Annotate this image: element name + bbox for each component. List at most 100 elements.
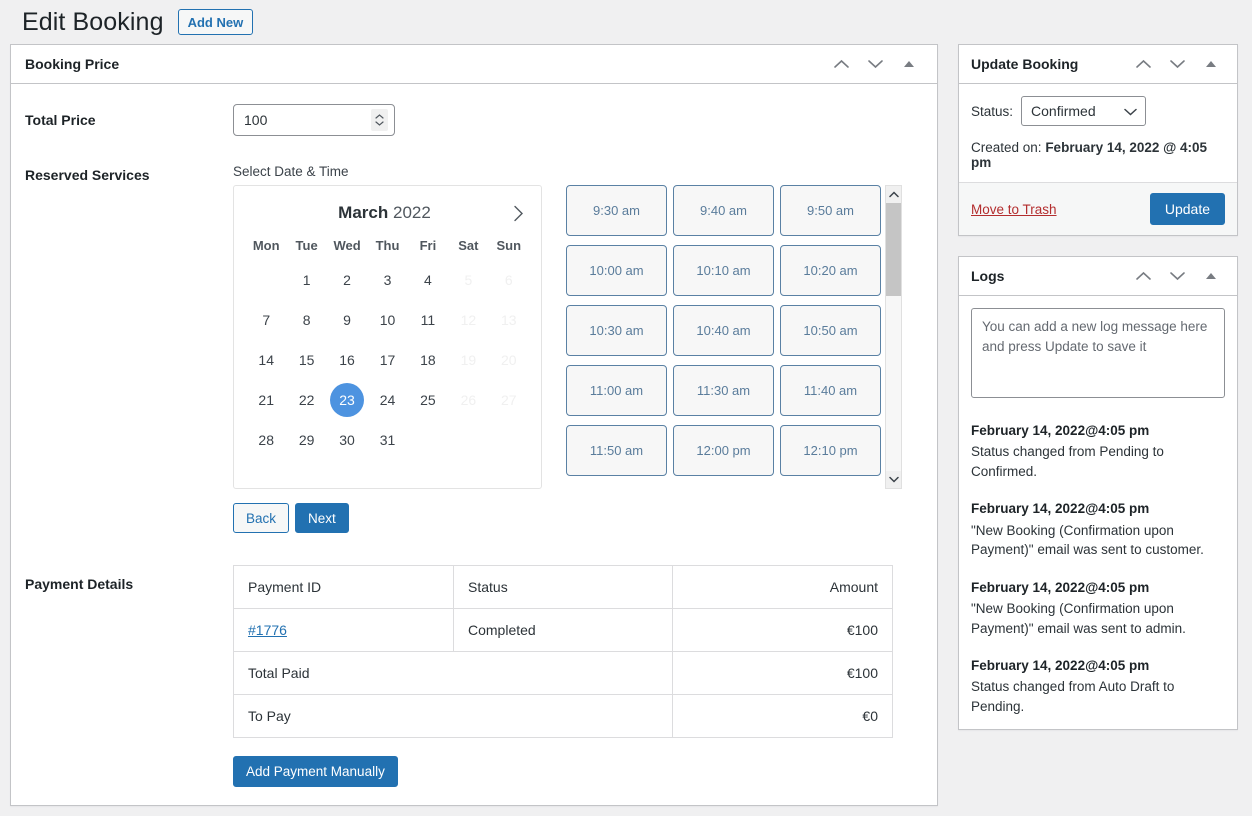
total-paid-amount: €100 [672,651,893,695]
calendar-header: March 2022 [246,196,529,230]
calendar-day: 27 [500,392,517,408]
calendar-day[interactable]: 1 [286,260,326,300]
payment-id-cell: #1776 [233,608,454,652]
booking-price-panel-title: Booking Price [25,56,120,72]
calendar-day: 5 [464,272,473,288]
total-price-row: Total Price [11,104,937,136]
calendar-day[interactable]: 14 [246,340,286,380]
calendar-day[interactable]: 9 [327,300,367,340]
time-slot-button[interactable]: 9:30 am [566,185,667,236]
time-slot-button[interactable]: 12:10 pm [780,425,881,476]
time-slot-button[interactable]: 10:00 am [566,245,667,296]
calendar-day-selected[interactable]: 23 [327,380,367,420]
calendar-month-year: March 2022 [246,203,507,223]
calendar-weekday: Tue [295,237,318,253]
scroll-up-arrow-icon[interactable] [886,186,901,203]
calendar-day[interactable]: 18 [408,340,448,380]
time-slot-button[interactable]: 9:50 am [780,185,881,236]
add-new-button[interactable]: Add New [177,9,254,35]
time-slot-button[interactable]: 11:30 am [673,365,774,416]
calendar-day[interactable]: 31 [367,420,407,460]
calendar-weekday: Wed [333,237,361,253]
triangle-up-icon[interactable] [899,54,919,74]
calendar-day[interactable]: 15 [286,340,326,380]
calendar-day[interactable]: 25 [408,380,448,420]
log-entry-date: February 14, 2022@4:05 pm [971,579,1150,595]
time-slots-scrollbar[interactable] [885,185,902,489]
chevron-right-icon[interactable] [507,202,529,224]
next-button[interactable]: Next [295,503,349,533]
time-slot-button[interactable]: 10:30 am [566,305,667,356]
chevron-down-icon[interactable] [1167,266,1187,286]
date-time-picker: Select Date & Time March 2022 Mon Tue We… [233,164,906,533]
time-slots-panel: 9:30 am 9:40 am 9:50 am 10:00 am 10:10 am 10:… [566,185,906,489]
time-slot-button[interactable]: 11:40 am [780,365,881,416]
calendar-day: 19 [460,352,477,368]
calendar-day[interactable]: 22 [286,380,326,420]
sidebar: Update Booking Status: Confirmed Created… [958,44,1238,750]
calendar-day[interactable]: 7 [246,300,286,340]
calendar-day[interactable]: 10 [367,300,407,340]
scroll-down-arrow-icon[interactable] [886,471,901,488]
chevron-up-icon[interactable] [1133,266,1153,286]
scrollbar-thumb[interactable] [886,203,901,296]
calendar-day[interactable]: 8 [286,300,326,340]
select-date-time-label: Select Date & Time [233,164,349,179]
calendar-day-number: 23 [339,392,355,408]
booking-price-panel: Booking Price Total Price 100 Reserved S… [10,44,938,806]
logs-panel-body: February 14, 2022@4:05 pm Status changed … [959,296,1237,729]
calendar-day: 13 [500,312,517,328]
calendar-day[interactable]: 29 [286,420,326,460]
calendar-day[interactable]: 3 [367,260,407,300]
panel-controls [831,54,925,74]
reserved-services-label: Reserved Services [25,167,150,183]
time-slot-button[interactable]: 11:50 am [566,425,667,476]
calendar-day[interactable]: 4 [408,260,448,300]
calendar-day[interactable]: 21 [246,380,286,420]
time-slots-grid: 9:30 am 9:40 am 9:50 am 10:00 am 10:10 am 10:… [566,185,885,476]
column-payment-id: Payment ID [233,565,454,609]
triangle-up-icon[interactable] [1201,266,1221,286]
payment-details-content: Payment ID Status Amount #1776 Completed €… [233,565,893,787]
calendar-day[interactable]: 11 [408,300,448,340]
time-slot-button[interactable]: 10:10 am [673,245,774,296]
payment-id-link[interactable]: #1776 [248,622,287,638]
calendar-day[interactable]: 24 [367,380,407,420]
time-slot-button[interactable]: 10:20 am [780,245,881,296]
time-slot-button[interactable]: 9:40 am [673,185,774,236]
created-on: Created on: February 14, 2022 @ 4:05 pm [971,140,1225,170]
table-row: #1776 Completed €100 [233,608,893,652]
reserved-services-row: Reserved Services Select Date & Time Mar… [11,164,937,533]
logs-panel-title: Logs [971,268,1005,284]
time-slot-button[interactable]: 10:50 am [780,305,881,356]
calendar-day[interactable]: 30 [327,420,367,460]
log-entry-message: "New Booking (Confirmation upon Payment)… [971,601,1186,636]
move-to-trash-link[interactable]: Move to Trash [971,202,1057,217]
add-payment-manually-button[interactable]: Add Payment Manually [233,756,398,787]
total-paid-label: Total Paid [233,651,673,695]
log-entry-message: Status changed from Pending to Confirmed… [971,444,1164,479]
calendar-day[interactable]: 28 [246,420,286,460]
update-button[interactable]: Update [1149,193,1225,225]
calendar-day: 6 [504,272,513,288]
page-header: Edit Booking Add New [0,0,1252,44]
chevron-down-icon[interactable] [865,54,885,74]
back-button[interactable]: Back [233,503,290,533]
status-select[interactable]: Confirmed [1021,96,1147,126]
scrollbar-track[interactable] [886,203,901,471]
logs-panel-controls [1133,266,1227,286]
number-spinner-icon[interactable] [371,109,388,131]
chevron-up-icon[interactable] [1133,54,1153,74]
time-slot-button[interactable]: 11:00 am [566,365,667,416]
log-message-textarea[interactable] [971,308,1225,398]
calendar-day[interactable]: 17 [367,340,407,380]
table-row-to-pay: To Pay €0 [233,694,893,738]
admin-page: Edit Booking Add New Booking Price Total… [0,0,1252,816]
time-slot-button[interactable]: 10:40 am [673,305,774,356]
time-slot-button[interactable]: 12:00 pm [673,425,774,476]
triangle-up-icon[interactable] [1201,54,1221,74]
chevron-down-icon[interactable] [1167,54,1187,74]
calendar-day[interactable]: 16 [327,340,367,380]
calendar-day[interactable]: 2 [327,260,367,300]
chevron-up-icon[interactable] [831,54,851,74]
